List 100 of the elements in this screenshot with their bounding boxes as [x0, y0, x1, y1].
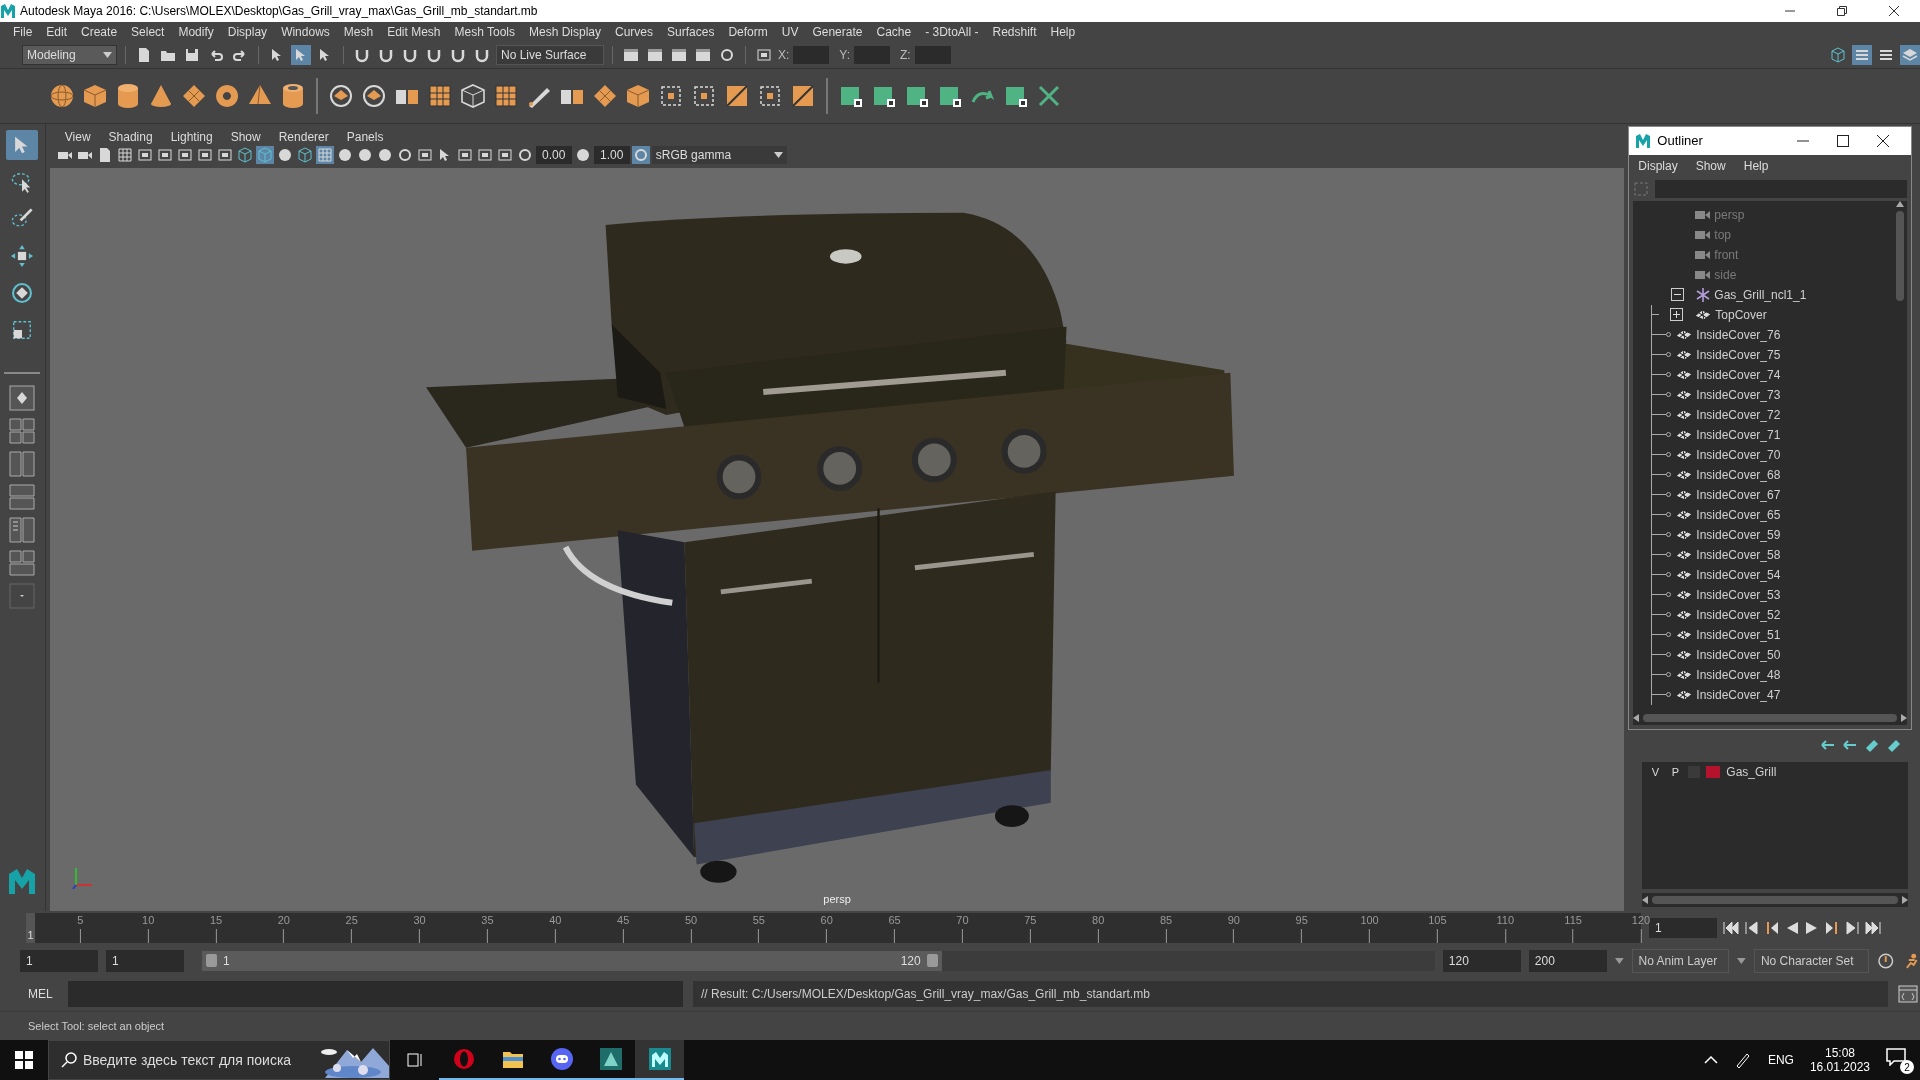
command-field[interactable] [68, 981, 683, 1008]
box-icon[interactable] [476, 146, 493, 163]
stacked-layout-icon[interactable] [9, 483, 36, 510]
snap-view-icon[interactable] [426, 47, 442, 64]
single-view-layout-icon[interactable] [9, 384, 36, 411]
menu-item[interactable]: Show [1686, 158, 1735, 173]
grid-icon[interactable] [116, 146, 133, 163]
outliner-item[interactable]: InsideCover_70 [1696, 447, 1781, 462]
channel-box-icon[interactable] [1902, 47, 1918, 64]
restore-icon[interactable] [1837, 5, 1847, 16]
menu-item[interactable]: Display [1629, 158, 1687, 173]
cube-outline-icon[interactable] [459, 81, 487, 110]
range-slider[interactable]: 1 120 [201, 950, 942, 971]
time-marker[interactable]: 1 [26, 912, 35, 943]
language-indicator[interactable]: ENG [1767, 1053, 1794, 1067]
chat-app-icon[interactable] [550, 1048, 573, 1070]
box-icon[interactable] [216, 146, 233, 163]
menu-item[interactable]: Help [1043, 25, 1083, 40]
outliner-item[interactable]: InsideCover_74 [1696, 367, 1781, 382]
task-view-icon[interactable] [405, 1052, 424, 1068]
go-to-end-icon[interactable] [1865, 920, 1881, 935]
sphere-icon[interactable] [48, 81, 76, 110]
snap-curve-icon[interactable] [378, 47, 394, 64]
new-layer-icon[interactable] [1864, 737, 1880, 752]
caret-icon[interactable] [1614, 957, 1624, 964]
close-icon[interactable] [1877, 134, 1889, 147]
search-field[interactable] [1655, 179, 1907, 198]
outliner-item[interactable]: InsideCover_67 [1696, 487, 1781, 502]
snap-surface-icon[interactable] [450, 47, 466, 64]
move-layer-up-icon[interactable] [1820, 737, 1836, 752]
scroll-right-icon[interactable] [1901, 713, 1907, 722]
layer-color-swatch[interactable] [1706, 765, 1721, 778]
save-icon[interactable] [184, 47, 200, 64]
step-back-key-icon[interactable] [1745, 920, 1759, 935]
menu-item[interactable]: UV [774, 25, 806, 40]
outliner-item[interactable]: InsideCover_68 [1696, 467, 1781, 482]
graph-layout-icon[interactable] [9, 549, 36, 576]
box-icon[interactable] [496, 146, 513, 163]
step-forward-key-icon[interactable] [1845, 920, 1859, 935]
outliner-item[interactable]: TopCover [1715, 307, 1767, 322]
new-file-icon[interactable] [136, 47, 152, 64]
app-icon[interactable] [599, 1048, 622, 1070]
outliner-item[interactable]: InsideCover_65 [1696, 507, 1781, 522]
menu-item[interactable]: Modify [171, 25, 221, 40]
panel-menu-item[interactable]: Lighting [161, 129, 222, 144]
menu-item[interactable]: Cache [869, 25, 919, 40]
box-icon[interactable] [456, 146, 473, 163]
scroll-left-icon[interactable] [1633, 713, 1640, 722]
visibility-toggle[interactable]: V [1648, 765, 1663, 778]
scroll-thumb[interactable] [1896, 210, 1904, 301]
scroll-left-icon[interactable] [1642, 896, 1649, 905]
menu-item[interactable]: Mesh Display [522, 25, 609, 40]
outliner-item[interactable]: InsideCover_73 [1696, 387, 1781, 402]
outliner-item[interactable]: InsideCover_58 [1696, 547, 1781, 562]
outliner-layout-icon[interactable] [9, 516, 36, 543]
menu-item[interactable]: Create [74, 25, 125, 40]
anim-layer-dropdown[interactable]: No Anim Layer [1631, 948, 1730, 973]
new-layer-selected-icon[interactable] [1886, 737, 1902, 752]
live-surface-field[interactable]: No Live Surface [496, 45, 604, 66]
search-bar[interactable]: Введите здесь текст для поиска [48, 1040, 390, 1080]
outliner-item[interactable]: InsideCover_52 [1696, 607, 1781, 622]
expand-toggle[interactable] [1670, 308, 1684, 322]
cube-icon[interactable] [296, 146, 313, 163]
box-icon[interactable] [156, 146, 173, 163]
layer-name[interactable]: Gas_Grill [1726, 764, 1777, 779]
clock[interactable]: 15:08 16.01.2023 [1809, 1046, 1870, 1074]
hypershade-icon[interactable] [719, 47, 735, 64]
near-field[interactable]: 0.00 [535, 145, 572, 164]
scroll-thumb[interactable] [1652, 896, 1898, 905]
color-management-icon[interactable] [632, 146, 649, 163]
windows-start-icon[interactable] [15, 1051, 33, 1069]
sphere-icon[interactable] [336, 146, 353, 163]
menu-item[interactable]: Help [1734, 158, 1778, 173]
panel-menu-item[interactable]: Panels [337, 129, 393, 144]
outliner-item[interactable]: InsideCover_53 [1696, 587, 1781, 602]
panel-menu-item[interactable]: Show [221, 129, 270, 144]
panel-menu-item[interactable]: Shading [99, 129, 162, 144]
outliner-item[interactable]: InsideCover_51 [1696, 627, 1781, 642]
panel-menu-item[interactable]: Renderer [269, 129, 338, 144]
far-field[interactable]: 1.00 [593, 145, 630, 164]
box-icon[interactable] [196, 146, 213, 163]
previous-key-icon[interactable] [1765, 920, 1779, 935]
menu-item[interactable]: Windows [274, 25, 337, 40]
scroll-up-icon[interactable] [1896, 200, 1904, 207]
render-icon[interactable] [647, 47, 663, 64]
go-to-start-icon[interactable] [1723, 920, 1739, 935]
select-tool[interactable] [6, 129, 39, 160]
ipr-render-icon[interactable] [671, 47, 687, 64]
four-view-layout-icon[interactable] [9, 417, 36, 444]
modeling-toolkit-icon[interactable] [1830, 47, 1846, 64]
search-field[interactable]: Введите здесь текст для поиска [83, 1052, 311, 1068]
menu-item[interactable]: Mesh [336, 25, 381, 40]
undo-icon[interactable] [208, 47, 224, 64]
outliner-item[interactable]: InsideCover_75 [1696, 347, 1781, 362]
play-backward-icon[interactable] [1785, 920, 1799, 935]
menu-item[interactable]: Generate [805, 25, 870, 40]
render-settings-icon[interactable] [623, 47, 639, 64]
character-set-dropdown[interactable]: No Character Set [1753, 948, 1869, 973]
playback-start-field[interactable]: 1 [105, 949, 184, 972]
box-icon[interactable] [416, 146, 433, 163]
